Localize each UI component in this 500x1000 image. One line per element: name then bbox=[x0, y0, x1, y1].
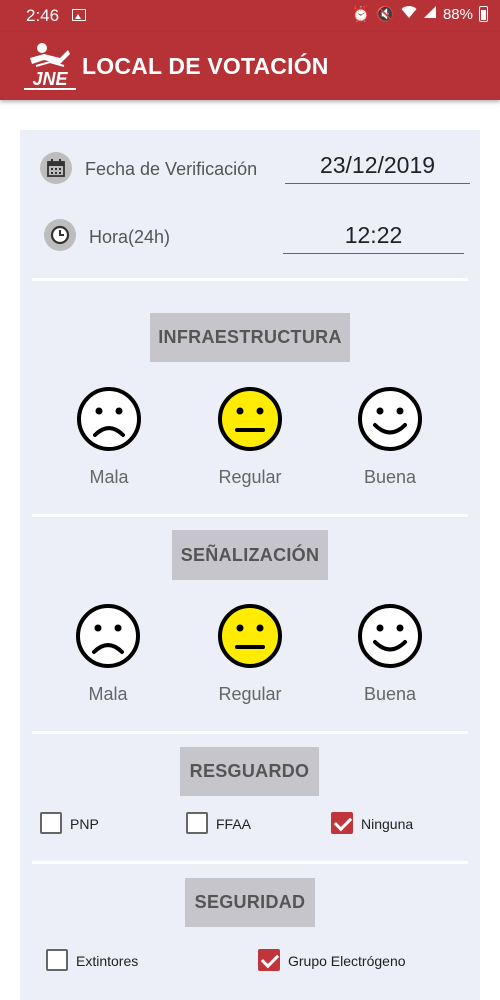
fecha-input[interactable]: 23/12/2019 bbox=[285, 152, 470, 184]
infra-buena-happy-face-icon[interactable] bbox=[357, 386, 423, 452]
divider bbox=[32, 514, 468, 517]
divider bbox=[32, 731, 468, 734]
divider bbox=[32, 861, 468, 864]
alarm-icon: ⏰ bbox=[351, 6, 371, 23]
calendar-icon bbox=[40, 152, 72, 184]
logo-text: JNE bbox=[32, 69, 68, 89]
senalizacion-title: SEÑALIZACIÓN bbox=[172, 530, 328, 580]
form-card: Fecha de Verificación 23/12/2019 Hora(24… bbox=[20, 130, 480, 1000]
senal-regular-neutral-face-icon[interactable] bbox=[217, 603, 283, 669]
senal-mala-sad-face-icon[interactable] bbox=[75, 603, 141, 669]
status-time: 2:46 bbox=[26, 6, 60, 25]
infra-regular-label: Regular bbox=[218, 467, 282, 487]
wifi-icon bbox=[401, 5, 417, 23]
hora-label: Hora(24h) bbox=[89, 227, 171, 247]
infra-regular-neutral-face-icon[interactable] bbox=[217, 386, 283, 452]
seguridad-title: SEGURIDAD bbox=[185, 878, 315, 927]
grupo-electrogeno-label: Grupo Electrógeno bbox=[288, 953, 406, 969]
signal-icon bbox=[423, 5, 437, 23]
battery-level: 88% bbox=[442, 5, 473, 23]
infra-mala-sad-face-icon[interactable] bbox=[76, 386, 142, 452]
app-bar: JNE LOCAL DE VOTACIÓN bbox=[0, 32, 500, 100]
infra-mala-label: Mala bbox=[89, 467, 129, 487]
mute-icon: 🔇 bbox=[376, 6, 395, 23]
ninguna-label: Ninguna bbox=[361, 816, 414, 832]
fecha-label: Fecha de Verificación bbox=[85, 159, 258, 179]
senal-regular-label: Regular bbox=[218, 684, 282, 704]
senal-buena-happy-face-icon[interactable] bbox=[357, 603, 423, 669]
ninguna-checkbox[interactable] bbox=[331, 812, 353, 834]
image-notification-icon bbox=[72, 9, 86, 21]
extintores-checkbox[interactable] bbox=[46, 949, 68, 971]
resguardo-title: RESGUARDO bbox=[180, 747, 319, 796]
app-title: LOCAL DE VOTACIÓN bbox=[82, 53, 329, 79]
pnp-checkbox[interactable] bbox=[40, 812, 62, 834]
divider bbox=[32, 278, 468, 281]
jne-logo: JNE bbox=[22, 38, 78, 92]
status-bar: 2:46 ⏰ 🔇 88% bbox=[0, 0, 500, 32]
ffaa-label: FFAA bbox=[216, 816, 252, 832]
senal-mala-label: Mala bbox=[88, 684, 128, 704]
grupo-electrogeno-checkbox[interactable] bbox=[258, 949, 280, 971]
battery-icon bbox=[479, 6, 488, 22]
status-icons: ⏰ 🔇 88% bbox=[352, 5, 488, 23]
senal-buena-label: Buena bbox=[363, 684, 417, 704]
hora-input[interactable]: 12:22 bbox=[283, 222, 464, 254]
extintores-label: Extintores bbox=[76, 953, 139, 969]
infra-buena-label: Buena bbox=[363, 467, 417, 487]
infraestructura-title: INFRAESTRUCTURA bbox=[150, 313, 350, 362]
pnp-label: PNP bbox=[70, 816, 99, 832]
clock-icon bbox=[44, 219, 76, 251]
ffaa-checkbox[interactable] bbox=[186, 812, 208, 834]
